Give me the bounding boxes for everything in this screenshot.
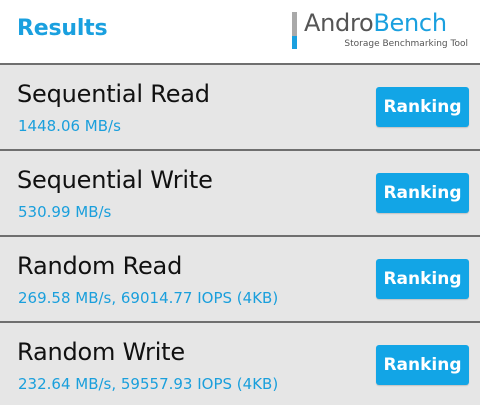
page-title: Results xyxy=(17,16,108,41)
logo-wordmark: AndroBench xyxy=(304,9,447,37)
result-row-sequential-write: Sequential Write 530.99 MB/s Ranking xyxy=(0,151,480,235)
androbench-logo: AndroBench Storage Benchmarking Tool xyxy=(292,9,470,52)
ranking-button-random-write[interactable]: Ranking xyxy=(376,345,469,385)
app-header: Results AndroBench Storage Benchmarking … xyxy=(0,0,480,63)
result-title: Random Write xyxy=(17,338,185,366)
ranking-button-sequential-read[interactable]: Ranking xyxy=(376,87,469,127)
logo-tagline: Storage Benchmarking Tool xyxy=(344,39,468,49)
logo-name-bench: Bench xyxy=(373,9,447,37)
result-row-sequential-read: Sequential Read 1448.06 MB/s Ranking xyxy=(0,65,480,149)
result-value: 232.64 MB/s, 59557.93 IOPS (4KB) xyxy=(18,375,279,393)
result-value: 530.99 MB/s xyxy=(18,203,112,221)
result-title: Sequential Read xyxy=(17,80,210,108)
ranking-button-sequential-write[interactable]: Ranking xyxy=(376,173,469,213)
logo-name-andro: Andro xyxy=(304,9,374,37)
result-row-random-write: Random Write 232.64 MB/s, 59557.93 IOPS … xyxy=(0,323,480,405)
ranking-button-random-read[interactable]: Ranking xyxy=(376,259,469,299)
logo-bar-gray xyxy=(292,12,297,36)
result-title: Sequential Write xyxy=(17,166,213,194)
result-title: Random Read xyxy=(17,252,183,280)
logo-bar-blue xyxy=(292,36,297,49)
result-value: 1448.06 MB/s xyxy=(18,117,121,135)
result-row-random-read: Random Read 269.58 MB/s, 69014.77 IOPS (… xyxy=(0,237,480,321)
result-value: 269.58 MB/s, 69014.77 IOPS (4KB) xyxy=(18,289,279,307)
